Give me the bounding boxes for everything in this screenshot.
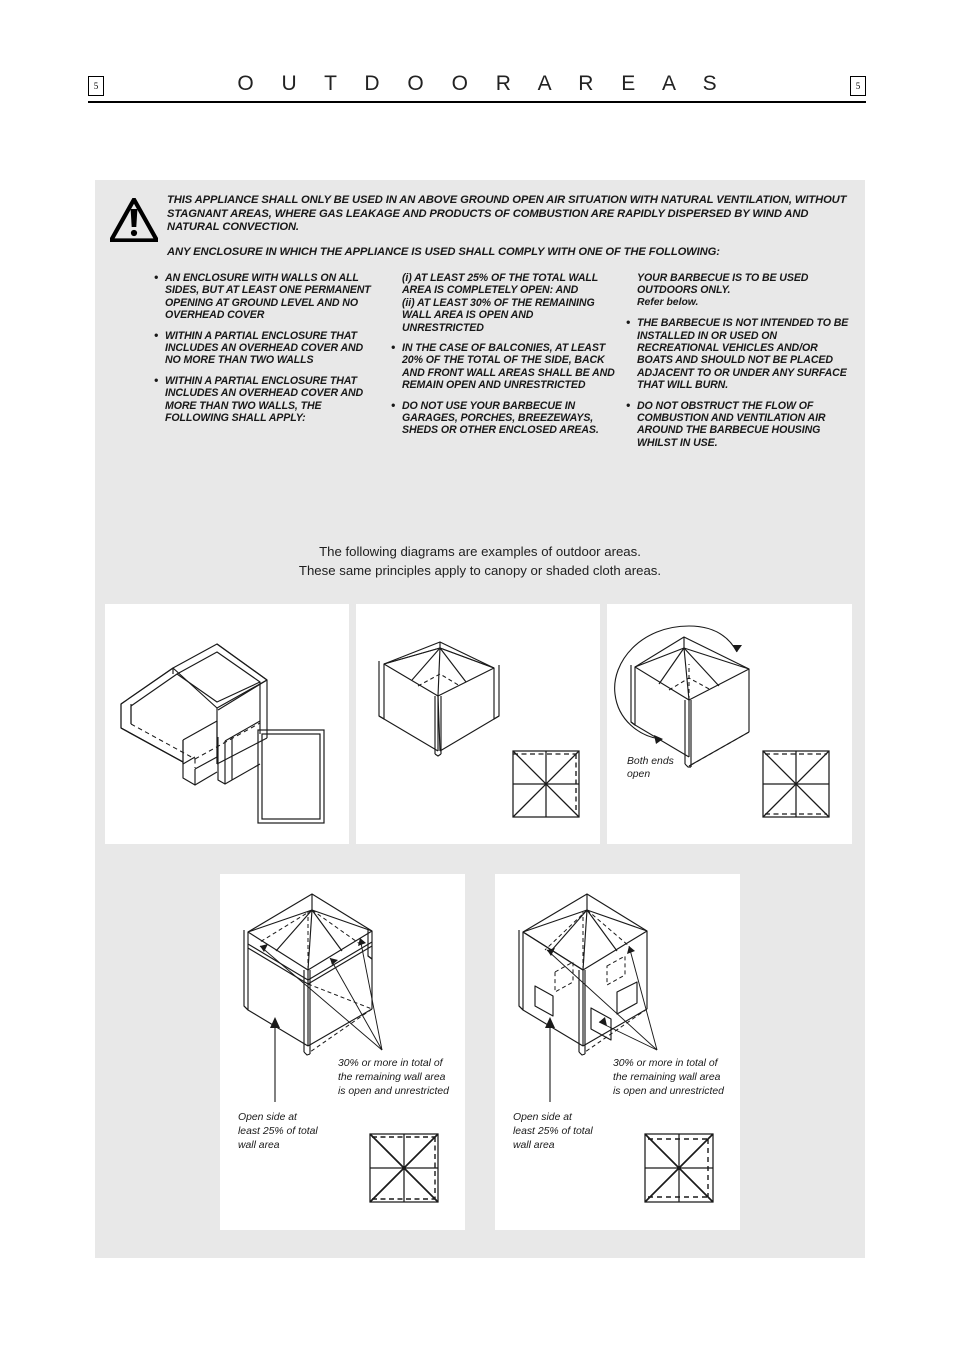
list-item-text: DO NOT OBSTRUCT THE FLOW OF COMBUSTION A…	[637, 399, 826, 449]
caption-open-line-1: Open side at	[513, 1112, 573, 1123]
caption-30-line-2: the remaining wall area	[613, 1072, 721, 1083]
list-item: (ii) AT LEAST 30% OF THE REMAINING WALL …	[390, 297, 615, 334]
list-item-text: DO NOT USE YOUR BARBECUE IN GARAGES, POR…	[402, 399, 599, 437]
list-item: • IN THE CASE OF BALCONIES, AT LEAST 20% …	[390, 340, 615, 392]
list-item-text: (i) AT LEAST 25% OF THE TOTAL WALL AREA …	[402, 272, 598, 297]
open-side-25-drawing: 30% or more in total of the remaining wa…	[238, 893, 450, 1203]
content-panel: THIS APPLIANCE SHALL ONLY BE USED IN AN …	[95, 180, 865, 1258]
diagrams-intro: The following diagrams are examples of o…	[95, 542, 865, 580]
list-item: (i) AT LEAST 25% OF THE TOTAL WALL AREA …	[390, 272, 615, 297]
intro-line-2: These same principles apply to canopy or…	[298, 563, 662, 578]
diagram-panel-open-side-25: 30% or more in total of the remaining wa…	[220, 874, 465, 1230]
warning-block: THIS APPLIANCE SHALL ONLY BE USED IN AN …	[103, 194, 857, 259]
diagram-panel-walls-with-windows: 30% or more in total of the remaining wa…	[495, 874, 740, 1230]
header-divider	[88, 101, 866, 103]
requirements-column-3: YOUR BARBECUE IS TO BE USED OUTDOORS ONL…	[625, 272, 853, 457]
caption-30-line-3: is open and unrestricted	[613, 1086, 725, 1097]
list-item: YOUR BARBECUE IS TO BE USED OUTDOORS ONL…	[625, 272, 853, 297]
bullet-icon: •	[391, 340, 396, 355]
intro-line-1: The following diagrams are examples of o…	[319, 544, 641, 559]
caption-30-line-1: 30% or more in total of	[613, 1058, 719, 1069]
list-item: • DO NOT USE YOUR BARBECUE IN GARAGES, PO…	[390, 397, 615, 437]
page-title: O U T D O O R A R E A S	[237, 72, 728, 95]
caption-30-line-3: is open and unrestricted	[338, 1086, 450, 1097]
caption-open-line-3: wall area	[238, 1140, 280, 1151]
list-item-text: WITHIN A PARTIAL ENCLOSURE THAT INCLUDES…	[165, 374, 364, 425]
bullet-icon: •	[154, 270, 159, 284]
requirements-column-1: • AN ENCLOSURE WITH WALLS ON ALL SIDES, B…	[153, 270, 390, 457]
list-item: • AN ENCLOSURE WITH WALLS ON ALL SIDES, B…	[153, 270, 380, 322]
bullet-icon: •	[154, 327, 159, 342]
list-item-text: THE BARBECUE IS NOT INTENDED TO BE INSTA…	[637, 317, 849, 392]
list-item-text: AN ENCLOSURE WITH WALLS ON ALL SIDES, BU…	[165, 272, 371, 322]
diagram-panel-both-ends-open: Both ends open	[607, 604, 852, 844]
list-item: • THE BARBECUE IS NOT INTENDED TO BE INST…	[625, 315, 853, 392]
caption-open-line-2: least 25% of total	[513, 1126, 593, 1137]
requirements-columns: • AN ENCLOSURE WITH WALLS ON ALL SIDES, B…	[153, 270, 853, 457]
list-item-text: WITHIN A PARTIAL ENCLOSURE THAT INCLUDES…	[165, 329, 364, 367]
warning-paragraph-2: ANY ENCLOSURE IN WHICH THE APPLIANCE IS …	[167, 245, 720, 258]
both-ends-open-drawing: Both ends open	[614, 625, 830, 818]
requirements-column-2: (i) AT LEAST 25% OF THE TOTAL WALL AREA …	[390, 272, 625, 457]
warning-triangle-icon	[103, 194, 165, 242]
walls-with-windows-drawing: 30% or more in total of the remaining wa…	[513, 893, 725, 1203]
bullet-icon: •	[626, 315, 631, 330]
warning-text-wrap: THIS APPLIANCE SHALL ONLY BE USED IN AN …	[165, 194, 857, 259]
umbrella-canopy-drawing	[378, 641, 580, 818]
list-item: • DO NOT OBSTRUCT THE FLOW OF COMBUSTION …	[625, 397, 853, 450]
caption-30-line-1: 30% or more in total of	[338, 1058, 444, 1069]
list-item-text: IN THE CASE OF BALCONIES, AT LEAST 20% O…	[402, 342, 615, 392]
refer-below-note: Refer below.	[637, 296, 699, 308]
walled-enclosure-drawing	[120, 643, 325, 824]
page-number-right: 5	[850, 76, 866, 96]
caption-open-line-1: Open side at	[238, 1112, 298, 1123]
caption-open-line-2: least 25% of total	[238, 1126, 318, 1137]
bullet-icon: •	[626, 397, 631, 412]
diagram-panel-walled-enclosure	[105, 604, 349, 844]
list-item: • WITHIN A PARTIAL ENCLOSURE THAT INCLUDE…	[153, 327, 380, 367]
bullet-icon: •	[391, 397, 396, 412]
diagram-panel-umbrella-canopy	[356, 604, 600, 844]
warning-paragraph-1: THIS APPLIANCE SHALL ONLY BE USED IN AN …	[167, 194, 847, 234]
bullet-icon: •	[154, 372, 159, 387]
list-item: • WITHIN A PARTIAL ENCLOSURE THAT INCLUDE…	[153, 372, 380, 425]
list-item-text: YOUR BARBECUE IS TO BE USED OUTDOORS ONL…	[637, 272, 809, 297]
caption-both-ends-line-1: Both ends	[627, 756, 674, 767]
caption-open-line-3: wall area	[513, 1140, 555, 1151]
list-item-text: (ii) AT LEAST 30% OF THE REMAINING WALL …	[402, 296, 595, 334]
page-header: 5 O U T D O O R A R E A S 5	[88, 72, 866, 112]
caption-30-line-2: the remaining wall area	[338, 1072, 446, 1083]
caption-both-ends-line-2: open	[627, 769, 650, 780]
